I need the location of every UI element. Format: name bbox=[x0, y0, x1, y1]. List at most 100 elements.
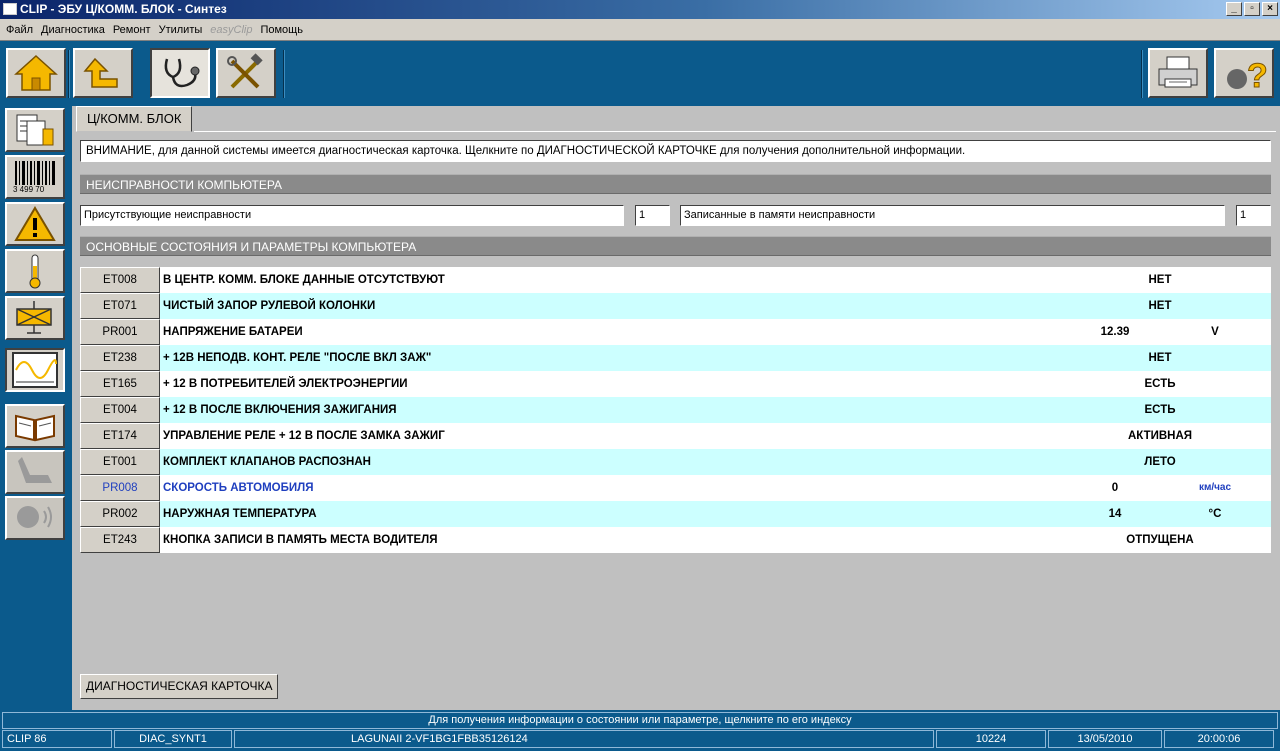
status-date: 13/05/2010 bbox=[1048, 730, 1162, 748]
restore-button[interactable]: ▫ bbox=[1244, 2, 1260, 16]
tools-icon bbox=[227, 53, 263, 89]
stethoscope-icon bbox=[164, 58, 200, 88]
sidebar-documents-button[interactable] bbox=[5, 108, 65, 152]
voice-icon bbox=[17, 506, 52, 528]
tab-ecu[interactable]: Ц/КОММ. БЛОК bbox=[76, 106, 193, 132]
stored-faults-label[interactable]: Записанные в памяти неисправности bbox=[680, 205, 1225, 226]
faults-section-header: НЕИСПРАВНОСТИ КОМПЬЮТЕРА bbox=[80, 174, 1271, 194]
close-button[interactable]: × bbox=[1262, 2, 1278, 16]
param-code-button[interactable]: PR008 bbox=[80, 475, 160, 501]
print-button[interactable] bbox=[1148, 48, 1208, 98]
toolbar: ? bbox=[0, 42, 1280, 106]
status-time: 20:00:06 bbox=[1164, 730, 1274, 748]
table-row: ET174 УПРАВЛЕНИЕ РЕЛЕ + 12 В ПОСЛЕ ЗАМКА… bbox=[80, 423, 1271, 449]
sidebar-voice-button bbox=[5, 496, 65, 540]
home-button[interactable] bbox=[6, 48, 66, 98]
menu-repair[interactable]: Ремонт bbox=[109, 19, 155, 41]
sidebar-faults-button[interactable] bbox=[5, 202, 65, 246]
param-code-button[interactable]: PR002 bbox=[80, 501, 160, 527]
param-value: 14 bbox=[1108, 508, 1122, 520]
status-diag-module: DIAC_SYNT1 bbox=[114, 730, 232, 748]
param-unit: V bbox=[1211, 326, 1219, 338]
status-bar: CLIP 86 DIAC_SYNT1 LAGUNAII 2-VF1BG1FBB3… bbox=[0, 729, 1280, 751]
menu-easyclip: easyClip bbox=[210, 23, 253, 36]
present-faults-label[interactable]: Присутствующие неисправности bbox=[80, 205, 624, 226]
present-faults-count: 1 bbox=[635, 205, 670, 226]
table-row: ET165 + 12 В ПОТРЕБИТЕЛЕЙ ЭЛЕКТРОЭНЕРГИИ… bbox=[80, 371, 1271, 397]
table-row: ET001 КОМПЛЕКТ КЛАПАНОВ РАСПОЗНАН ЛЕТО bbox=[80, 449, 1271, 475]
params-table: ET008 В ЦЕНТР. КОММ. БЛОКЕ ДАННЫЕ ОТСУТС… bbox=[80, 267, 1271, 553]
sidebar-manual-button[interactable] bbox=[5, 404, 65, 448]
repair-button[interactable] bbox=[216, 48, 276, 98]
param-code-button[interactable]: ET165 bbox=[80, 371, 160, 397]
hint-bar: Для получения информации о состоянии или… bbox=[2, 712, 1278, 729]
manual-book-icon bbox=[15, 414, 55, 442]
minimize-button[interactable]: _ bbox=[1226, 2, 1242, 16]
help-icon: ? bbox=[1227, 57, 1267, 93]
sidebar: 3 499 70 bbox=[0, 106, 72, 710]
param-state: НЕТ bbox=[1148, 352, 1172, 364]
actuator-icon bbox=[16, 301, 52, 334]
param-code-button[interactable]: ET004 bbox=[80, 397, 160, 423]
menu-file[interactable]: Файл bbox=[2, 19, 37, 41]
param-state: АКТИВНАЯ bbox=[1127, 430, 1193, 442]
documents-icon bbox=[16, 114, 54, 146]
warning-icon bbox=[14, 206, 56, 241]
param-name: + 12 В ПОТРЕБИТЕЛЕЙ ЭЛЕКТРОЭНЕРГИИ bbox=[163, 378, 408, 390]
param-name: КОМПЛЕКТ КЛАПАНОВ РАСПОЗНАН bbox=[163, 456, 371, 468]
back-button[interactable] bbox=[73, 48, 133, 98]
menu-bar: Файл Диагностика Ремонт Утилиты easyClip… bbox=[0, 19, 1280, 41]
param-state: НЕТ bbox=[1148, 300, 1172, 312]
home-icon bbox=[14, 54, 58, 91]
param-value: 0 bbox=[1111, 482, 1119, 494]
param-state: НЕТ bbox=[1148, 274, 1172, 286]
table-row: PR002 НАРУЖНАЯ ТЕМПЕРАТУРА 14 °C bbox=[80, 501, 1271, 527]
diag-card-notice: ВНИМАНИЕ, для данной системы имеется диа… bbox=[80, 140, 1271, 162]
params-section-header: ОСНОВНЫЕ СОСТОЯНИЯ И ПАРАМЕТРЫ КОМПЬЮТЕР… bbox=[80, 236, 1271, 256]
table-row: PR001 НАПРЯЖЕНИЕ БАТАРЕИ 12.39 V bbox=[80, 319, 1271, 345]
param-state: ЛЕТО bbox=[1144, 456, 1176, 468]
status-code: 10224 bbox=[936, 730, 1046, 748]
up-arrow-icon bbox=[83, 57, 118, 88]
sidebar-actuators-button[interactable] bbox=[5, 296, 65, 340]
status-vehicle-vin: LAGUNAII 2-VF1BG1FBB35126124 bbox=[234, 730, 934, 748]
menu-diagnostics[interactable]: Диагностика bbox=[37, 19, 109, 41]
param-code-button[interactable]: ET001 bbox=[80, 449, 160, 475]
thermometer-icon bbox=[29, 254, 41, 289]
diag-card-button[interactable]: ДИАГНОСТИЧЕСКАЯ КАРТОЧКА bbox=[80, 674, 279, 699]
diagnostics-button[interactable] bbox=[150, 48, 210, 98]
param-code-button[interactable]: ET071 bbox=[80, 293, 160, 319]
status-clip-version: CLIP 86 bbox=[2, 730, 112, 748]
menu-utilities[interactable]: Утилиты bbox=[155, 19, 207, 41]
app-icon bbox=[3, 3, 17, 15]
param-unit: °C bbox=[1208, 508, 1222, 520]
param-name: КНОПКА ЗАПИСИ В ПАМЯТЬ МЕСТА ВОДИТЕЛЯ bbox=[163, 534, 438, 546]
param-state: ЕСТЬ bbox=[1144, 404, 1176, 416]
param-name: В ЦЕНТР. КОММ. БЛОКЕ ДАННЫЕ ОТСУТСТВУЮТ bbox=[163, 274, 445, 286]
table-row: PR008 СКОРОСТЬ АВТОМОБИЛЯ 0 км/час bbox=[80, 475, 1271, 501]
param-code-button[interactable]: ET174 bbox=[80, 423, 160, 449]
param-code-button[interactable]: ET008 bbox=[80, 267, 160, 293]
param-state: ЕСТЬ bbox=[1144, 378, 1176, 390]
help-button[interactable]: ? bbox=[1214, 48, 1274, 98]
param-code-button[interactable]: PR001 bbox=[80, 319, 160, 345]
table-row: ET238 + 12В НЕПОДВ. КОНТ. РЕЛЕ "ПОСЛЕ ВК… bbox=[80, 345, 1271, 371]
param-name: НАРУЖНАЯ ТЕМПЕРАТУРА bbox=[163, 508, 317, 520]
stored-faults-count: 1 bbox=[1236, 205, 1271, 226]
param-name: УПРАВЛЕНИЕ РЕЛЕ + 12 В ПОСЛЕ ЗАМКА ЗАЖИГ bbox=[163, 430, 445, 442]
sidebar-measures-button[interactable] bbox=[5, 348, 65, 392]
barcode-number: 3 499 70 bbox=[13, 185, 45, 194]
oscilloscope-icon bbox=[12, 352, 58, 388]
param-name: + 12 В ПОСЛЕ ВКЛЮЧЕНИЯ ЗАЖИГАНИЯ bbox=[163, 404, 397, 416]
param-code-button[interactable]: ET238 bbox=[80, 345, 160, 371]
sidebar-parameters-button[interactable] bbox=[5, 249, 65, 293]
param-code-button[interactable]: ET243 bbox=[80, 527, 160, 553]
table-row: ET008 В ЦЕНТР. КОММ. БЛОКЕ ДАННЫЕ ОТСУТС… bbox=[80, 267, 1271, 293]
sidebar-identification-button[interactable]: 3 499 70 bbox=[5, 155, 65, 199]
window-title: CLIP - ЭБУ Ц/КОММ. БЛОК - Синтез bbox=[20, 2, 227, 16]
sidebar-seat-button bbox=[5, 450, 65, 494]
param-unit: км/час bbox=[1198, 482, 1232, 493]
menu-help[interactable]: Помощь bbox=[256, 19, 307, 41]
param-name: + 12В НЕПОДВ. КОНТ. РЕЛЕ "ПОСЛЕ ВКЛ ЗАЖ" bbox=[163, 352, 432, 364]
param-state: ОТПУЩЕНА bbox=[1126, 534, 1194, 546]
